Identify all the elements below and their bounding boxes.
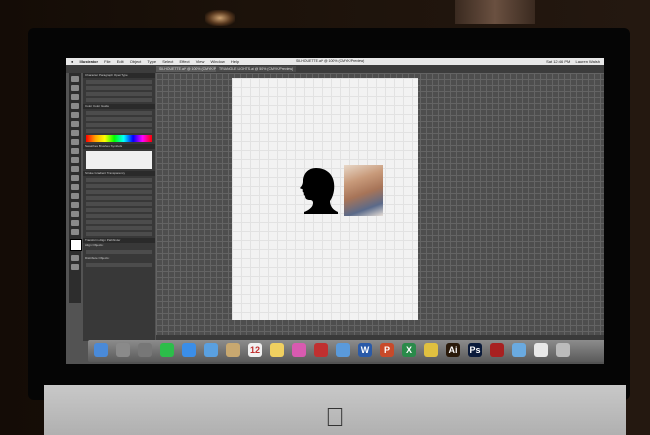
dash-gap-row[interactable]: [86, 208, 152, 212]
artboard[interactable]: [232, 78, 418, 320]
pencil-tool-icon[interactable]: [71, 148, 79, 154]
documents-icon[interactable]: [534, 343, 548, 357]
black-slider[interactable]: [86, 129, 152, 133]
apple-menu-icon[interactable]: ●: [71, 58, 73, 65]
font-family-field[interactable]: [86, 80, 152, 84]
mail-icon[interactable]: [204, 343, 218, 357]
menu-help[interactable]: Help: [231, 58, 239, 65]
pen-holder: [455, 0, 535, 24]
menu-type[interactable]: Type: [147, 58, 156, 65]
system-preferences-icon[interactable]: [138, 343, 152, 357]
tools-panel: [69, 73, 82, 303]
fill-stroke-icon[interactable]: [70, 239, 82, 251]
baby-photo[interactable]: [344, 165, 383, 216]
dock: 12 W P X Ai Ps: [88, 340, 604, 362]
selection-tool-icon[interactable]: [71, 76, 79, 82]
gradient-tool-icon[interactable]: [71, 211, 79, 217]
rectangle-tool-icon[interactable]: [71, 130, 79, 136]
profile-row[interactable]: [86, 232, 152, 236]
pen-tool-icon[interactable]: [71, 103, 79, 109]
word-icon[interactable]: W: [358, 343, 372, 357]
finder-icon[interactable]: [94, 343, 108, 357]
brush-list[interactable]: [86, 151, 152, 169]
document-tab-bar: SILHOUETTE.ai* @ 100% (CMYK/Preview) TRI…: [66, 65, 604, 73]
menu-view[interactable]: View: [196, 58, 205, 65]
color-panel-tabs[interactable]: Color Color Guide: [83, 104, 155, 109]
menu-edit[interactable]: Edit: [117, 58, 124, 65]
chrome-icon[interactable]: [424, 343, 438, 357]
tab-triangle-lights[interactable]: TRIANGLE LIGHTS.ai @ 50% (CMYK/Preview): [216, 66, 297, 72]
tracking-field[interactable]: [86, 98, 152, 102]
downloads-folder-icon[interactable]: [512, 343, 526, 357]
menu-select[interactable]: Select: [162, 58, 173, 65]
rotate-tool-icon[interactable]: [71, 157, 79, 163]
dashed-line-row[interactable]: [86, 202, 152, 206]
font-style-field[interactable]: [86, 86, 152, 90]
stroke-corner-row[interactable]: [86, 190, 152, 194]
powerpoint-icon[interactable]: P: [380, 343, 394, 357]
lamp-light: [205, 10, 235, 26]
hand-tool-icon[interactable]: [71, 255, 79, 261]
illustrator-icon[interactable]: Ai: [446, 343, 460, 357]
clock[interactable]: Sat 12:46 PM: [546, 59, 570, 64]
menu-effect[interactable]: Effect: [179, 58, 189, 65]
align-objects-label: Align Objects:: [83, 243, 155, 248]
menu-file[interactable]: File: [104, 58, 110, 65]
stroke-weight-field[interactable]: [86, 178, 152, 182]
itunes-icon[interactable]: [292, 343, 306, 357]
app-menu[interactable]: Illustrator: [80, 58, 98, 65]
scale-tool-icon[interactable]: [71, 166, 79, 172]
stroke-align-row[interactable]: [86, 196, 152, 200]
paintbrush-tool-icon[interactable]: [71, 139, 79, 145]
align-row[interactable]: [86, 226, 152, 230]
panels-dock: Character Paragraph OpenType Color Color…: [83, 73, 155, 341]
window-title: SILHOUETTE.ai* @ 100% (CMYK/Preview): [296, 59, 365, 63]
cyan-slider[interactable]: [86, 111, 152, 115]
calendar-icon[interactable]: 12: [248, 343, 262, 357]
stroke-cap-row[interactable]: [86, 184, 152, 188]
acrobat-icon[interactable]: [490, 343, 504, 357]
blend-tool-icon[interactable]: [71, 229, 79, 235]
safari-icon[interactable]: [182, 343, 196, 357]
menu-window[interactable]: Window: [210, 58, 224, 65]
distribute-objects-buttons[interactable]: [86, 263, 152, 267]
canvas-area[interactable]: [156, 73, 604, 335]
child-silhouette[interactable]: [300, 168, 338, 214]
user-name[interactable]: Lauren Walsh: [575, 59, 600, 64]
warp-tool-icon[interactable]: [71, 175, 79, 181]
eyedropper-tool-icon[interactable]: [71, 220, 79, 226]
magenta-slider[interactable]: [86, 117, 152, 121]
align-objects-buttons[interactable]: [86, 250, 152, 254]
menu-bar: ● Illustrator File Edit Object Type Sele…: [66, 58, 604, 65]
photo-booth-icon[interactable]: [314, 343, 328, 357]
brushes-panel-tabs[interactable]: Swatches Brushes Symbols: [83, 144, 155, 149]
excel-icon[interactable]: X: [402, 343, 416, 357]
screen: ● Illustrator File Edit Object Type Sele…: [66, 58, 604, 364]
apple-logo-icon: : [322, 402, 348, 432]
zoom-tool-icon[interactable]: [71, 264, 79, 270]
launchpad-icon[interactable]: [116, 343, 130, 357]
magic-wand-tool-icon[interactable]: [71, 94, 79, 100]
stroke-panel-tabs[interactable]: Stroke Gradient Transparency: [83, 171, 155, 176]
color-spectrum[interactable]: [86, 135, 152, 142]
spotify-icon[interactable]: [160, 343, 174, 357]
direct-selection-tool-icon[interactable]: [71, 85, 79, 91]
font-size-field[interactable]: [86, 92, 152, 96]
contacts-icon[interactable]: [226, 343, 240, 357]
menu-object[interactable]: Object: [130, 58, 142, 65]
type-tool-icon[interactable]: [71, 112, 79, 118]
line-tool-icon[interactable]: [71, 121, 79, 127]
character-panel-tabs[interactable]: Character Paragraph OpenType: [83, 73, 155, 78]
iphoto-icon[interactable]: [336, 343, 350, 357]
arrowheads-row[interactable]: [86, 214, 152, 218]
shape-builder-tool-icon[interactable]: [71, 193, 79, 199]
trash-icon[interactable]: [556, 343, 570, 357]
notes-icon[interactable]: [270, 343, 284, 357]
distribute-objects-label: Distribute Objects:: [83, 256, 155, 261]
yellow-slider[interactable]: [86, 123, 152, 127]
scale-row[interactable]: [86, 220, 152, 224]
mesh-tool-icon[interactable]: [71, 202, 79, 208]
photoshop-icon[interactable]: Ps: [468, 343, 482, 357]
free-transform-tool-icon[interactable]: [71, 184, 79, 190]
